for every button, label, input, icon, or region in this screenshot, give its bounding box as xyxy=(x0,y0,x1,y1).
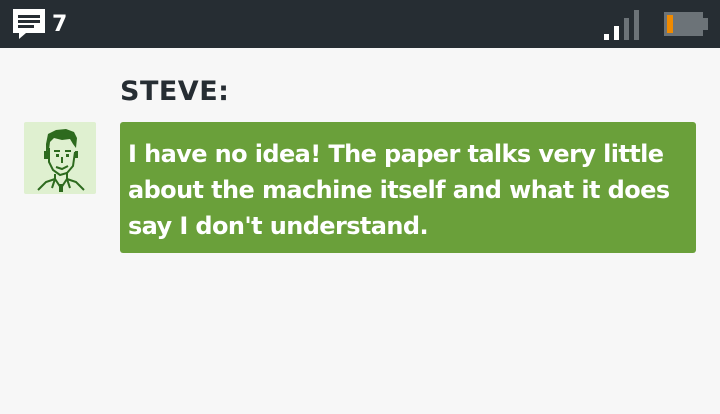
dialogue-bubble[interactable]: I have no idea! The paper talks very lit… xyxy=(120,122,696,253)
status-bar: 7 xyxy=(0,0,720,48)
dialogue-text: I have no idea! The paper talks very lit… xyxy=(128,140,670,240)
chat-bubble-icon xyxy=(13,9,45,39)
signal-strength-icon xyxy=(604,10,639,40)
message-count: 7 xyxy=(52,11,68,37)
steve-portrait-icon xyxy=(37,129,85,192)
battery-low-icon xyxy=(664,12,708,36)
message-counter[interactable]: 7 xyxy=(12,8,67,40)
steve-portrait xyxy=(24,122,96,194)
speaker-name: STEVE: xyxy=(120,76,230,107)
